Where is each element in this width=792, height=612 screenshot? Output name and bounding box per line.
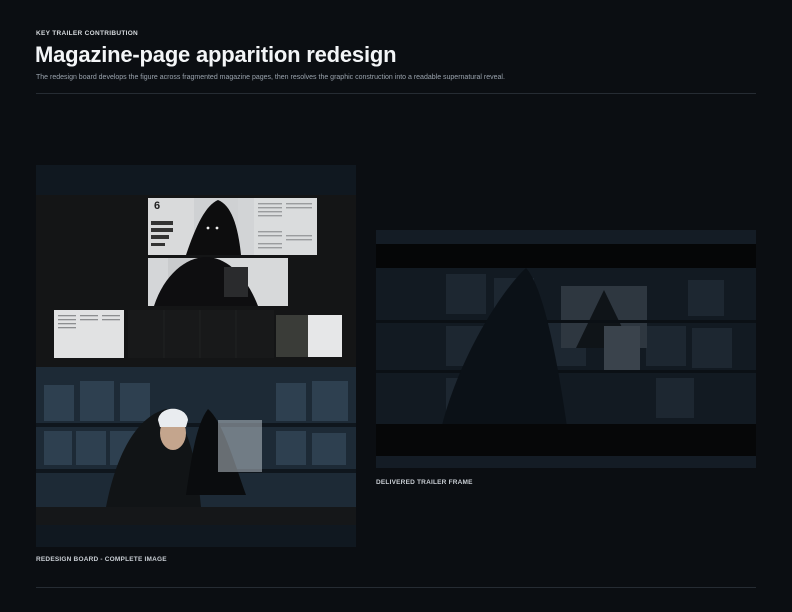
board-canvas: 6 — [36, 195, 356, 525]
section-eyebrow: KEY TRAILER CONTRIBUTION — [36, 30, 139, 37]
page: KEY TRAILER CONTRIBUTION Magazine-page a… — [0, 0, 792, 612]
page-title: Magazine-page apparition redesign — [35, 42, 397, 67]
page-description: The redesign board develops the figure a… — [36, 74, 505, 81]
trailer-frame-image[interactable] — [376, 230, 756, 468]
redesign-board-image[interactable]: 6 — [36, 165, 356, 547]
magazine-number: 6 — [154, 200, 160, 212]
divider-bottom — [36, 587, 756, 588]
trailer-frame-caption: DELIVERED TRAILER FRAME — [376, 479, 473, 486]
redesign-board-caption: REDESIGN BOARD - COMPLETE IMAGE — [36, 556, 167, 563]
magazine-page-left — [54, 310, 124, 358]
magazine-page-top-right — [254, 198, 317, 255]
divider-top — [36, 93, 756, 94]
magazine-page-right — [308, 315, 342, 357]
